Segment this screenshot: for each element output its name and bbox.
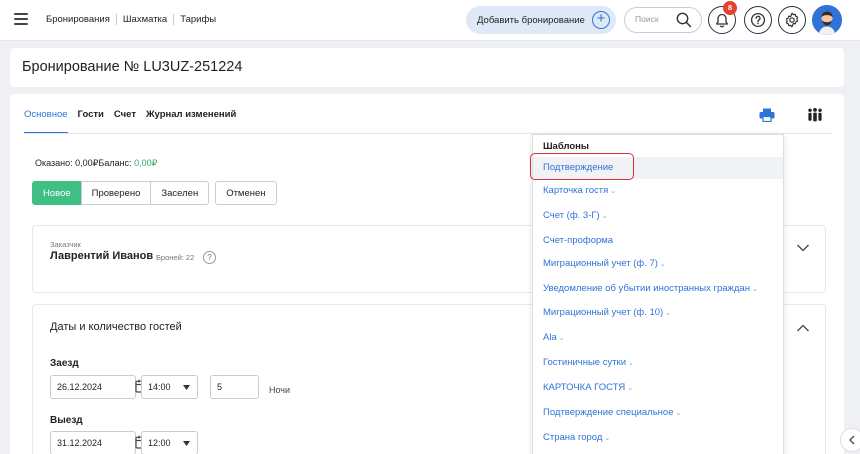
- template-item[interactable]: Миграционный учет (ф. 7) ⌄: [533, 253, 783, 275]
- add-booking-label: Добавить бронирование: [477, 14, 585, 26]
- template-item[interactable]: Счет (ф. 3-Г) ⌄: [533, 205, 783, 227]
- chevron-down-icon: ⌄: [604, 435, 611, 442]
- print-icon[interactable]: [759, 108, 775, 122]
- chevron-down-icon: ⌄: [628, 360, 634, 367]
- chevron-down-icon: ⌄: [558, 335, 565, 342]
- caret-down-icon: [183, 385, 190, 390]
- templates-title: Шаблоны: [543, 141, 590, 152]
- template-label: КАРТОЧКА ГОСТЯ: [543, 382, 626, 393]
- chevron-down-icon: ⌄: [665, 310, 672, 317]
- collapse-panel-button[interactable]: [840, 428, 860, 452]
- customer-name[interactable]: Лаврентий Иванов: [50, 250, 153, 262]
- chevron-up-icon[interactable]: [796, 323, 810, 333]
- template-label: Уведомление об убытии иностранных гражда…: [543, 283, 750, 294]
- template-item[interactable]: Миграционный учет (ф. 10) ⌄: [533, 302, 783, 324]
- tabs: Основное Гости Счет Журнал изменений: [24, 109, 246, 134]
- template-label: Страна город: [543, 432, 603, 443]
- help-icon[interactable]: ?: [203, 251, 216, 264]
- tab-guests[interactable]: Гости: [78, 109, 104, 134]
- search-input[interactable]: [635, 14, 679, 24]
- templates-dropdown: Шаблоны Подтверждение Карточка гостя ⌄ Сч…: [532, 134, 784, 454]
- checkout-time-select[interactable]: 12:00: [141, 431, 198, 454]
- search-box[interactable]: [624, 7, 702, 33]
- customer-label: Заказчик: [50, 240, 81, 249]
- template-item[interactable]: КАРТОЧКА ГОСТЯ ⌄: [533, 377, 783, 399]
- nights-input[interactable]: 5: [210, 375, 259, 399]
- checkout-date-value: 31.12.2024: [57, 438, 103, 448]
- notifications-badge: 8: [723, 1, 737, 15]
- chevron-down-icon: ⌄: [675, 410, 682, 417]
- selected-template-highlight: [530, 153, 634, 180]
- tab-change-log[interactable]: Журнал изменений: [146, 109, 236, 134]
- template-item[interactable]: Уведомление об убытии иностранных гражда…: [533, 278, 783, 300]
- tab-invoice[interactable]: Счет: [114, 109, 136, 134]
- nights-label: Ночи: [269, 385, 291, 395]
- search-icon[interactable]: [675, 11, 693, 29]
- menu-icon[interactable]: [14, 13, 28, 25]
- checkout-time-value: 12:00: [148, 438, 171, 448]
- template-label: Ala: [543, 332, 557, 343]
- paid-amount: Оказано: 0,00₽: [35, 158, 99, 168]
- status-checked-button[interactable]: Проверено: [80, 181, 152, 205]
- template-item[interactable]: Счет-проформа: [533, 230, 783, 252]
- page-title: Бронирование № LU3UZ-251224: [22, 59, 243, 75]
- nav-item-tariffs[interactable]: Тарифы: [173, 14, 222, 25]
- checkin-date-field[interactable]: 26.12.2024: [50, 375, 149, 399]
- checkout-label: Выезд: [50, 415, 83, 426]
- bell-icon: [715, 13, 729, 27]
- nav-item-chessboard[interactable]: Шахматка: [115, 14, 173, 25]
- dates-heading: Даты и количество гостей: [50, 321, 182, 333]
- plus-icon: +: [592, 11, 610, 29]
- chevron-down-icon: ⌄: [751, 286, 758, 293]
- chevron-down-icon: ⌄: [601, 213, 608, 220]
- chevron-down-icon: ⌄: [627, 385, 634, 392]
- title-card: Бронирование № LU3UZ-251224: [10, 48, 844, 87]
- template-label: Подтверждение специальное: [543, 407, 674, 418]
- template-label: Гостиничные сутки: [543, 357, 627, 368]
- checkin-time-value: 14:00: [148, 382, 171, 392]
- template-label: Карточка гостя: [543, 185, 609, 196]
- tab-main[interactable]: Основное: [24, 109, 68, 134]
- checkin-date-value: 26.12.2024: [57, 382, 103, 392]
- template-label: Счет (ф. 3-Г): [543, 210, 600, 221]
- balance-value: 0,00₽: [134, 158, 158, 168]
- help-button[interactable]: [744, 6, 772, 34]
- template-item[interactable]: Ala ⌄: [533, 327, 783, 349]
- template-item[interactable]: Подтверждение специальное ⌄: [533, 402, 783, 424]
- user-avatar[interactable]: [812, 5, 842, 35]
- template-item[interactable]: Карточка гостя ⌄: [533, 180, 783, 202]
- caret-down-icon: [183, 441, 190, 446]
- checkin-time-select[interactable]: 14:00: [141, 375, 198, 399]
- checkin-label: Заезд: [50, 358, 79, 369]
- chevron-down-icon: ⌄: [610, 188, 617, 195]
- status-cancelled-button[interactable]: Отменен: [215, 181, 277, 205]
- gear-icon: [785, 12, 799, 28]
- checkout-date-field[interactable]: 31.12.2024: [50, 431, 149, 454]
- template-item[interactable]: Гостиничные сутки ⌄: [533, 352, 783, 374]
- template-label: Миграционный учет (ф. 7): [543, 258, 658, 269]
- add-booking-button[interactable]: Добавить бронирование +: [466, 6, 616, 34]
- balance-line: Оказано: 0,00₽Баланс: 0,00₽: [35, 158, 157, 169]
- template-label: Миграционный учет (ф. 10): [543, 307, 664, 318]
- chevron-down-icon[interactable]: [796, 243, 810, 253]
- chevron-down-icon: ⌄: [659, 261, 666, 268]
- status-checked-in-button[interactable]: Заселен: [150, 181, 210, 205]
- template-item[interactable]: Страна город ⌄: [533, 427, 783, 449]
- people-icon[interactable]: [807, 108, 823, 122]
- status-buttons: Новое Проверено Заселен Отменен: [32, 181, 277, 205]
- avatar-icon: [812, 5, 842, 35]
- nav-item-bookings[interactable]: Бронирования: [46, 14, 116, 25]
- chevron-left-icon: [849, 435, 855, 445]
- main-nav: Бронирования Шахматка Тарифы: [46, 14, 222, 25]
- help-icon: [750, 12, 766, 28]
- top-bar: Бронирования Шахматка Тарифы Добавить бр…: [0, 0, 860, 41]
- settings-button[interactable]: [778, 6, 806, 34]
- customer-bookings-count: Броней: 22: [156, 253, 195, 262]
- template-label: Счет-проформа: [543, 235, 614, 246]
- status-new-button[interactable]: Новое: [32, 181, 82, 205]
- balance-label: Баланс:: [98, 158, 132, 168]
